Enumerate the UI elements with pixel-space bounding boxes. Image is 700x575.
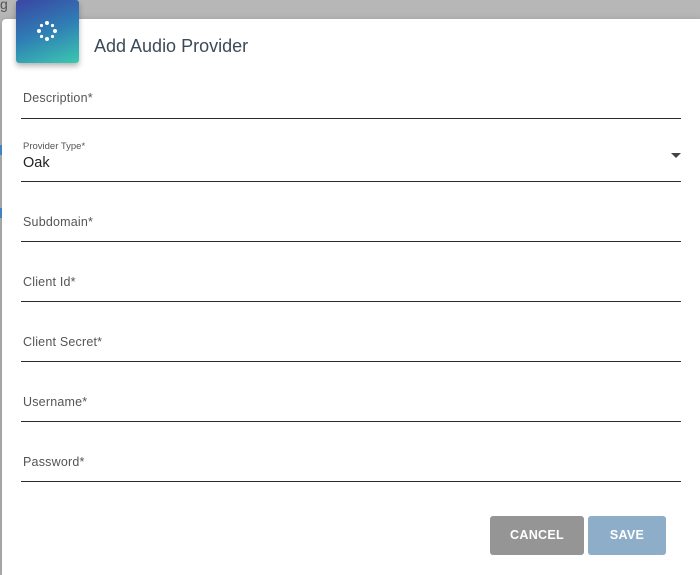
username-label: Username* bbox=[23, 395, 88, 409]
background-text-fragment: g bbox=[0, 0, 8, 12]
password-field[interactable]: Password* bbox=[21, 441, 681, 482]
add-audio-provider-dialog: Add Audio Provider Description* Provider… bbox=[2, 0, 700, 575]
password-label: Password* bbox=[23, 455, 85, 469]
provider-type-label: Provider Type* bbox=[23, 141, 86, 152]
description-field[interactable]: Description* bbox=[21, 78, 681, 119]
save-button[interactable]: SAVE bbox=[588, 516, 666, 555]
provider-logo-icon bbox=[16, 0, 79, 63]
cancel-button[interactable]: CANCEL bbox=[490, 516, 584, 555]
client-secret-field[interactable]: Client Secret* bbox=[21, 321, 681, 362]
provider-type-select[interactable]: Provider Type* Oak bbox=[21, 141, 681, 182]
subdomain-field[interactable]: Subdomain* bbox=[21, 201, 681, 242]
description-label: Description* bbox=[23, 91, 93, 105]
username-field[interactable]: Username* bbox=[21, 381, 681, 422]
client-id-label: Client Id* bbox=[23, 275, 76, 289]
chevron-down-icon[interactable] bbox=[671, 153, 681, 158]
dialog-title: Add Audio Provider bbox=[94, 36, 249, 56]
client-secret-label: Client Secret* bbox=[23, 335, 103, 349]
client-id-field[interactable]: Client Id* bbox=[21, 261, 681, 302]
subdomain-label: Subdomain* bbox=[23, 215, 94, 229]
provider-type-value: Oak bbox=[23, 155, 50, 171]
